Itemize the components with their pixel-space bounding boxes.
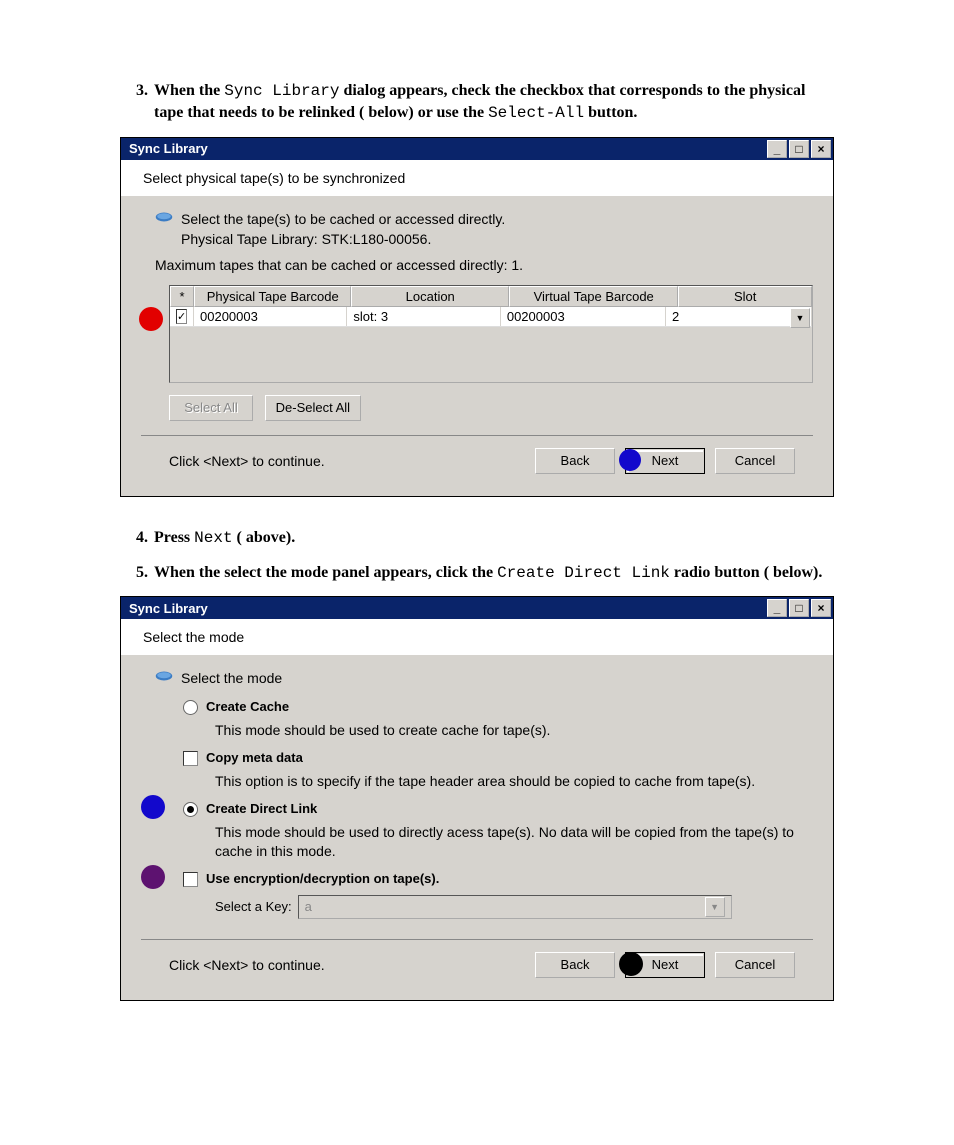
col-location: Location bbox=[351, 286, 508, 307]
step-number: 4. bbox=[120, 527, 154, 549]
copy-meta-desc: This option is to specify if the tape he… bbox=[183, 770, 813, 797]
radio-icon[interactable] bbox=[183, 802, 198, 817]
window-title: Sync Library bbox=[129, 141, 208, 156]
callout-marker-red bbox=[139, 307, 163, 331]
close-button[interactable]: × bbox=[811, 599, 831, 617]
col-slot: Slot bbox=[678, 286, 812, 307]
step-number: 5. bbox=[120, 562, 154, 584]
select-key-dropdown[interactable]: a ▼ bbox=[298, 895, 732, 919]
col-star: * bbox=[170, 286, 194, 307]
step-4: 4. Press Next ( above). bbox=[120, 527, 834, 549]
radio-create-cache[interactable]: Create Cache bbox=[183, 695, 813, 719]
footer-hint: Click <Next> to continue. bbox=[169, 957, 535, 973]
callout-marker-blue bbox=[141, 795, 165, 819]
table-row[interactable]: ✓ 00200003 slot: 3 00200003 2 ▼ bbox=[170, 307, 812, 327]
slot-dropdown-button[interactable]: ▼ bbox=[790, 308, 810, 328]
select-key-label: Select a Key: bbox=[215, 899, 292, 914]
cancel-button[interactable]: Cancel bbox=[715, 952, 795, 978]
titlebar: Sync Library _ □ × bbox=[121, 138, 833, 160]
select-all-button[interactable]: Select All bbox=[169, 395, 253, 421]
step-text: When the select the mode panel appears, … bbox=[154, 562, 834, 584]
cell-slot[interactable]: 2 ▼ bbox=[666, 307, 812, 326]
step-text: When the Sync Library dialog appears, ch… bbox=[154, 80, 834, 125]
titlebar: Sync Library _ □ × bbox=[121, 597, 833, 619]
direct-link-desc: This mode should be used to directly ace… bbox=[183, 821, 813, 867]
col-physical-barcode: Physical Tape Barcode bbox=[194, 286, 351, 307]
tape-icon bbox=[155, 669, 173, 683]
tape-icon bbox=[155, 210, 173, 224]
callout-marker-purple bbox=[141, 865, 165, 889]
step-number: 3. bbox=[120, 80, 154, 125]
cell-barcode: 00200003 bbox=[194, 307, 347, 326]
sync-library-dialog-2: Sync Library _ □ × Select the mode Selec… bbox=[120, 596, 834, 1000]
sync-library-dialog-1: Sync Library _ □ × Select physical tape(… bbox=[120, 137, 834, 498]
cell-vbarcode: 00200003 bbox=[501, 307, 666, 326]
window-title: Sync Library bbox=[129, 601, 208, 616]
panel-subheading: Select physical tape(s) to be synchroniz… bbox=[121, 160, 833, 196]
checkbox-copy-meta[interactable]: Copy meta data bbox=[183, 746, 813, 770]
row-checkbox[interactable]: ✓ bbox=[176, 309, 187, 324]
cancel-button[interactable]: Cancel bbox=[715, 448, 795, 474]
step-5: 5. When the select the mode panel appear… bbox=[120, 562, 834, 584]
deselect-all-button[interactable]: De-Select All bbox=[265, 395, 361, 421]
max-tapes-line: Maximum tapes that can be cached or acce… bbox=[141, 247, 813, 281]
back-button[interactable]: Back bbox=[535, 448, 615, 474]
library-line: Physical Tape Library: STK:L180-00056. bbox=[141, 231, 813, 247]
maximize-button[interactable]: □ bbox=[789, 599, 809, 617]
step-text: Press Next ( above). bbox=[154, 527, 834, 549]
radio-create-direct-link[interactable]: Create Direct Link bbox=[183, 797, 813, 821]
tape-table: * Physical Tape Barcode Location Virtual… bbox=[169, 285, 813, 383]
row-checkbox-cell[interactable]: ✓ bbox=[170, 307, 194, 326]
footer-hint: Click <Next> to continue. bbox=[169, 453, 535, 469]
close-button[interactable]: × bbox=[811, 140, 831, 158]
minimize-button[interactable]: _ bbox=[767, 599, 787, 617]
chevron-down-icon[interactable]: ▼ bbox=[705, 897, 725, 917]
table-header: * Physical Tape Barcode Location Virtual… bbox=[170, 286, 812, 307]
checkbox-encryption[interactable]: Use encryption/decryption on tape(s). bbox=[183, 867, 813, 891]
checkbox-icon[interactable] bbox=[183, 751, 198, 766]
create-cache-desc: This mode should be used to create cache… bbox=[183, 719, 813, 746]
cell-location: slot: 3 bbox=[347, 307, 500, 326]
hint-text: Select the mode bbox=[181, 669, 282, 689]
back-button[interactable]: Back bbox=[535, 952, 615, 978]
callout-marker-black bbox=[619, 952, 643, 976]
step-3: 3. When the Sync Library dialog appears,… bbox=[120, 80, 834, 125]
hint-text: Select the tape(s) to be cached or acces… bbox=[181, 210, 505, 230]
maximize-button[interactable]: □ bbox=[789, 140, 809, 158]
radio-icon[interactable] bbox=[183, 700, 198, 715]
minimize-button[interactable]: _ bbox=[767, 140, 787, 158]
col-virtual-barcode: Virtual Tape Barcode bbox=[509, 286, 678, 307]
panel-subheading: Select the mode bbox=[121, 619, 833, 655]
checkbox-icon[interactable] bbox=[183, 872, 198, 887]
